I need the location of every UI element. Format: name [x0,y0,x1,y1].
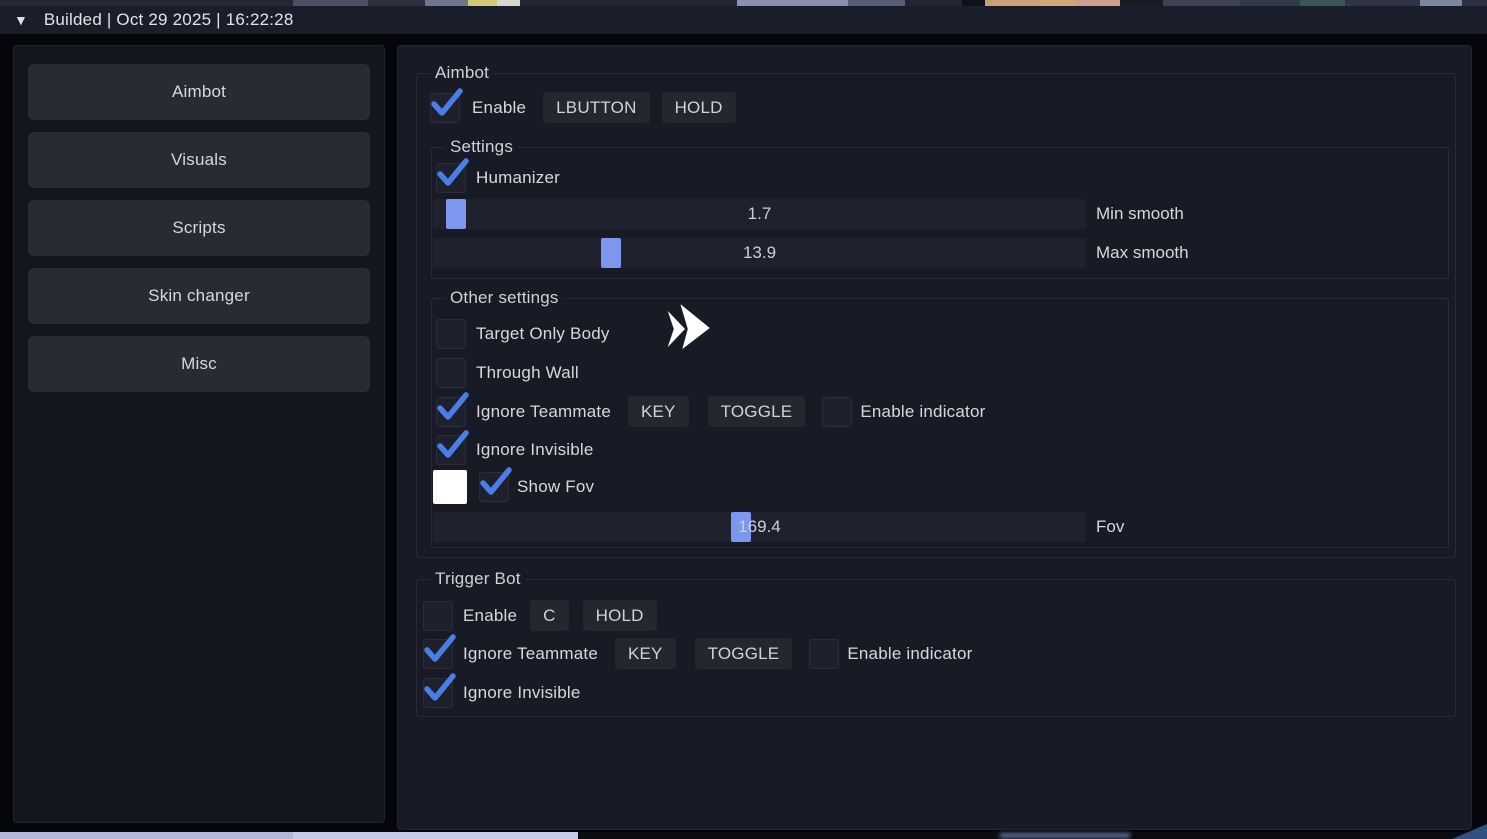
aimbot-enable-indicator-label: Enable indicator [860,402,985,422]
trigger-enable-row: Enable C HOLD [423,600,657,631]
trigger-enable-checkbox[interactable] [423,601,453,631]
trigger-ignore-teammate-mode-button[interactable]: TOGGLE [695,638,793,669]
max-smooth-value: 13.9 [433,238,1086,268]
sidebar-item-misc[interactable]: Misc [28,336,370,392]
sidebar: Aimbot Visuals Scripts Skin changer Misc [13,45,385,823]
min-smooth-slider[interactable]: 1.7 [433,199,1086,229]
checkmark-icon [434,429,470,461]
target-only-body-checkbox[interactable] [436,319,466,349]
through-wall-checkbox[interactable] [436,358,466,388]
fov-color-swatch[interactable] [433,470,467,504]
sidebar-item-visuals[interactable]: Visuals [28,132,370,188]
trigger-mode-button[interactable]: HOLD [583,600,657,631]
trigger-bot-group: Trigger Bot Enable C HOLD Ignore Teammat… [416,579,1456,717]
other-settings-legend: Other settings [445,288,564,308]
trigger-ignore-teammate-checkbox[interactable] [423,639,453,669]
checkmark-icon [477,466,513,498]
aimbot-group: Aimbot Enable LBUTTON HOLD Settings Huma… [416,73,1456,558]
fov-label: Fov [1096,512,1124,542]
through-wall-label: Through Wall [476,363,579,383]
max-smooth-slider-row: 13.9 Max smooth [433,238,1433,268]
aimbot-ignore-invisible-row: Ignore Invisible [436,434,594,465]
trigger-enable-indicator-checkbox[interactable] [809,639,839,669]
trigger-ignore-teammate-keybind-button[interactable]: KEY [615,638,676,669]
aimbot-keybind-button[interactable]: LBUTTON [543,92,649,123]
collapse-triangle-icon[interactable]: ▼ [14,12,28,28]
fov-value: 169.4 [433,512,1086,542]
main-panel: Aimbot Enable LBUTTON HOLD Settings Huma… [397,45,1472,830]
show-fov-label: Show Fov [517,477,594,497]
checkmark-icon [421,672,457,704]
min-smooth-value: 1.7 [433,199,1086,229]
aimbot-enable-row: Enable LBUTTON HOLD [430,92,736,123]
humanizer-label: Humanizer [476,168,560,188]
fov-slider[interactable]: 169.4 [433,512,1086,542]
aimbot-ignore-teammate-keybind-button[interactable]: KEY [628,396,689,427]
trigger-keybind-button[interactable]: C [530,600,568,631]
sidebar-item-aimbot[interactable]: Aimbot [28,64,370,120]
game-background-bottom-strip [0,832,1487,839]
trigger-ignore-teammate-row: Ignore Teammate KEY TOGGLE Enable indica… [423,638,972,669]
game-background-watermark-blur [1000,833,1130,838]
aimbot-ignore-teammate-label: Ignore Teammate [476,402,611,422]
aimbot-enable-label: Enable [472,98,526,118]
aimbot-settings-group: Settings Humanizer 1.7 Min smooth [431,147,1449,279]
aimbot-ignore-invisible-label: Ignore Invisible [476,440,594,460]
aimbot-mode-button[interactable]: HOLD [662,92,736,123]
through-wall-row: Through Wall [436,357,579,388]
max-smooth-label: Max smooth [1096,238,1189,268]
aimbot-settings-legend: Settings [445,137,518,157]
aimbot-group-legend: Aimbot [430,63,494,83]
window-title: Builded | Oct 29 2025 | 16:22:28 [44,10,294,30]
other-settings-group: Other settings Target Only Body Through … [431,298,1449,548]
aimbot-ignore-teammate-checkbox[interactable] [436,397,466,427]
screen: ▼ Builded | Oct 29 2025 | 16:22:28 Aimbo… [0,0,1487,839]
min-smooth-slider-row: 1.7 Min smooth [433,199,1433,229]
checkmark-icon [434,157,470,189]
checkmark-icon [428,87,464,119]
trigger-enable-indicator-label: Enable indicator [847,644,972,664]
aimbot-ignore-invisible-checkbox[interactable] [436,435,466,465]
humanizer-row: Humanizer [436,162,560,193]
sidebar-item-skin-changer[interactable]: Skin changer [28,268,370,324]
checkmark-icon [421,633,457,665]
aimbot-enable-indicator-checkbox[interactable] [822,397,852,427]
trigger-enable-label: Enable [463,606,517,626]
aimbot-enable-checkbox[interactable] [430,93,460,123]
trigger-ignore-invisible-row: Ignore Invisible [423,677,581,708]
trigger-bot-legend: Trigger Bot [430,569,526,589]
aimbot-ignore-teammate-mode-button[interactable]: TOGGLE [708,396,806,427]
show-fov-checkbox[interactable] [479,472,509,502]
humanizer-checkbox[interactable] [436,163,466,193]
sidebar-item-scripts[interactable]: Scripts [28,200,370,256]
max-smooth-slider[interactable]: 13.9 [433,238,1086,268]
trigger-ignore-invisible-label: Ignore Invisible [463,683,581,703]
checkmark-icon [434,391,470,423]
title-bar: ▼ Builded | Oct 29 2025 | 16:22:28 [0,6,1487,34]
show-fov-row: Show Fov [433,470,594,504]
trigger-ignore-invisible-checkbox[interactable] [423,678,453,708]
target-only-body-label: Target Only Body [476,324,610,344]
target-only-body-row: Target Only Body [436,318,610,349]
min-smooth-label: Min smooth [1096,199,1184,229]
trigger-ignore-teammate-label: Ignore Teammate [463,644,598,664]
fov-slider-row: 169.4 Fov [433,512,1433,542]
aimbot-ignore-teammate-row: Ignore Teammate KEY TOGGLE Enable indica… [436,396,985,427]
